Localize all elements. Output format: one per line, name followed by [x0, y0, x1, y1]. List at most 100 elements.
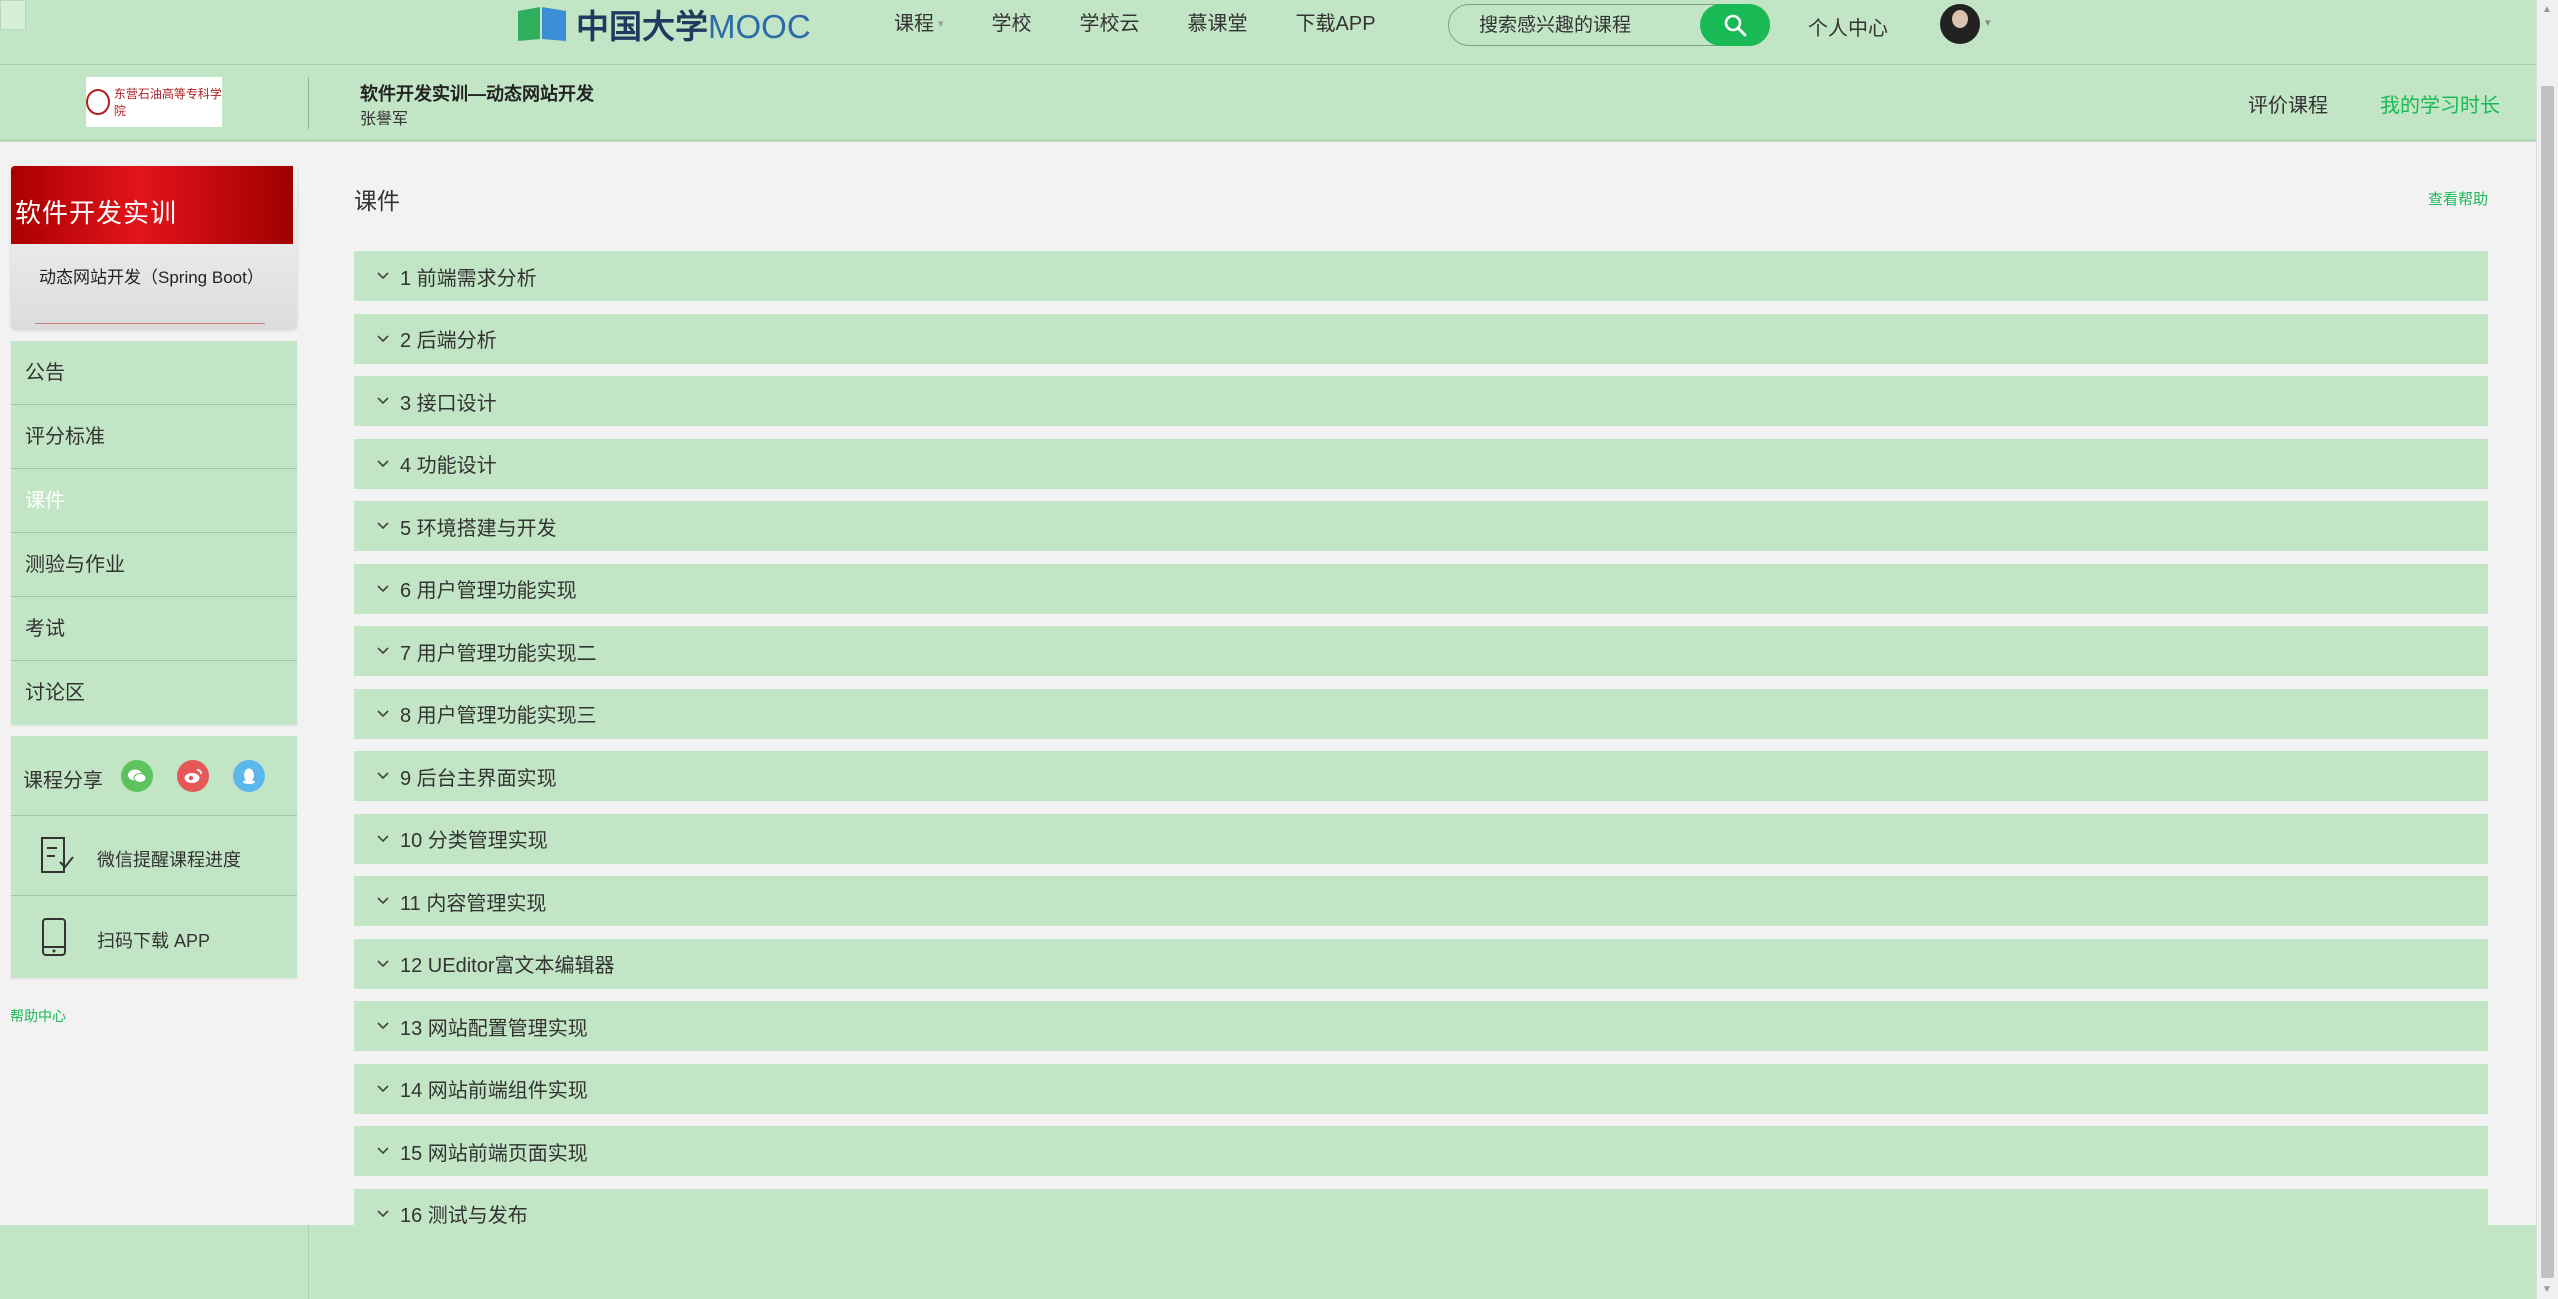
search-button[interactable] [1700, 4, 1770, 46]
chevron-down-icon [377, 272, 389, 280]
chapter-list: 1 前端需求分析 2 后端分析 3 接口设计 4 功能设计 5 环境搭建与开发 … [354, 251, 2488, 1225]
chapter-item[interactable]: 6 用户管理功能实现 [354, 563, 2488, 614]
search-icon [1724, 14, 1747, 37]
chapter-item[interactable]: 12 UEditor富文本编辑器 [354, 938, 2488, 989]
chapter-item[interactable]: 10 分类管理实现 [354, 813, 2488, 864]
download-app-row[interactable]: 扫码下载 APP [11, 897, 297, 977]
chapter-item[interactable]: 13 网站配置管理实现 [354, 1001, 2488, 1051]
chapter-item[interactable]: 15 网站前端页面实现 [354, 1126, 2488, 1176]
download-app-label: 扫码下载 APP [97, 931, 211, 951]
chapter-item[interactable]: 16 测试与发布 [354, 1188, 2488, 1225]
checklist-icon [41, 837, 74, 873]
site-logo[interactable]: 中国大学MOOC [516, 5, 811, 45]
chevron-down-icon [377, 1022, 389, 1030]
chevron-down-icon [377, 584, 389, 592]
nav-courses[interactable]: 课程 ▾ [870, 10, 968, 38]
chapter-item[interactable]: 8 用户管理功能实现三 [354, 688, 2488, 739]
chapter-title: 15 网站前端页面实现 [400, 1142, 588, 1165]
school-seal-icon [86, 89, 110, 115]
school-logo[interactable]: 东营石油高等专科学院 [86, 77, 222, 127]
scroll-down-icon[interactable]: ▼ [2542, 1284, 2552, 1295]
chapter-title: 8 用户管理功能实现三 [400, 705, 597, 727]
corner-placeholder [0, 0, 26, 30]
share-label: 课程分享 [23, 770, 103, 792]
page-title: 课件 [354, 188, 400, 214]
chevron-down-icon [377, 897, 389, 905]
avatar[interactable] [1940, 4, 1980, 44]
sidebar-item-grading[interactable]: 评分标准 [11, 405, 297, 469]
sidebar-item-quizzes[interactable]: 测验与作业 [11, 533, 297, 597]
chapter-item[interactable]: 9 后台主界面实现 [354, 751, 2488, 801]
share-panel: 课程分享 微信提醒课程进度 扫码下载 APP [11, 736, 297, 978]
chevron-down-icon [377, 1084, 389, 1092]
divider [308, 1225, 309, 1299]
study-time-link[interactable]: 我的学习时长 [2380, 89, 2500, 118]
school-name: 东营石油高等专科学院 [113, 87, 222, 118]
chapter-title: 14 网站前端组件实现 [400, 1080, 588, 1102]
chapter-title: 5 环境搭建与开发 [400, 517, 557, 540]
wechat-icon[interactable] [121, 760, 153, 792]
sidebar-item-courseware[interactable]: 课件 [11, 469, 297, 533]
chapter-title: 10 分类管理实现 [400, 830, 548, 852]
chapter-item[interactable]: 3 接口设计 [354, 376, 2488, 426]
chapter-title: 6 用户管理功能实现 [400, 580, 577, 602]
search-input[interactable] [1479, 13, 1689, 39]
chapter-item[interactable]: 14 网站前端组件实现 [354, 1063, 2488, 1114]
chevron-down-icon [377, 522, 389, 530]
chevron-down-icon[interactable]: ▾ [1985, 16, 1991, 29]
course-header: 东营石油高等专科学院 软件开发实训—动态网站开发 张譽军 评价课程 我的学习时长 [0, 65, 2536, 141]
chapter-item[interactable]: 4 功能设计 [354, 438, 2488, 489]
chevron-down-icon [377, 1147, 389, 1155]
chapter-title: 9 后台主界面实现 [400, 767, 557, 790]
sidebar-item-announcements[interactable]: 公告 [11, 341, 297, 405]
search-box [1448, 4, 1770, 46]
chevron-down-icon: ▾ [938, 18, 944, 30]
chapter-item[interactable]: 11 内容管理实现 [354, 876, 2488, 926]
cover-title: 软件开发实训 [15, 199, 178, 229]
scrollbar[interactable]: ▲ ▼ [2536, 0, 2558, 1299]
help-center-link[interactable]: 帮助中心 [10, 1006, 66, 1026]
scrollbar-thumb[interactable] [2541, 86, 2554, 1278]
divider [308, 77, 309, 129]
chevron-down-icon [377, 397, 389, 405]
chevron-down-icon [377, 334, 389, 342]
qq-icon[interactable] [233, 760, 265, 792]
course-cover[interactable]: 软件开发实训 动态网站开发（Spring Boot） [11, 166, 297, 329]
course-title: 软件开发实训—动态网站开发 [360, 84, 594, 104]
mobile-phone-icon [42, 918, 66, 956]
nav-school-cloud[interactable]: 学校云 [1056, 10, 1164, 38]
sidebar-item-forum[interactable]: 讨论区 [11, 661, 297, 725]
chevron-down-icon [377, 959, 389, 967]
chevron-down-icon [377, 647, 389, 655]
wechat-remind-row[interactable]: 微信提醒课程进度 [11, 816, 297, 896]
chapter-item[interactable]: 5 环境搭建与开发 [354, 501, 2488, 551]
chevron-down-icon [377, 459, 389, 467]
scroll-up-icon[interactable]: ▲ [2542, 4, 2552, 15]
nav-mooc-class[interactable]: 慕课堂 [1164, 10, 1272, 38]
chapter-item[interactable]: 7 用户管理功能实现二 [354, 626, 2488, 676]
wechat-remind-label: 微信提醒课程进度 [97, 850, 241, 870]
chapter-title: 4 功能设计 [400, 455, 497, 477]
nav-schools[interactable]: 学校 [968, 10, 1056, 38]
rate-course-link[interactable]: 评价课程 [2248, 89, 2328, 118]
personal-center-link[interactable]: 个人中心 [1808, 12, 1888, 41]
weibo-icon[interactable] [177, 760, 209, 792]
divider [35, 323, 265, 324]
chapter-item[interactable]: 1 前端需求分析 [354, 251, 2488, 301]
page-footer [0, 1225, 2536, 1299]
top-header: 中国大学MOOC 课程▾ 学校 学校云 慕课堂 下载APP 个人中心 ▾ [0, 0, 2536, 65]
mooc-logo-icon [516, 5, 568, 43]
logo-text: 中国大学MOOC [576, 8, 811, 45]
chapter-item[interactable]: 2 后端分析 [354, 313, 2488, 364]
chapter-title: 16 测试与发布 [400, 1205, 528, 1225]
chapter-title: 12 UEditor富文本编辑器 [400, 955, 615, 977]
sidebar-item-exams[interactable]: 考试 [11, 597, 297, 661]
nav-download-app[interactable]: 下载APP [1272, 10, 1400, 38]
chevron-down-icon [377, 709, 389, 717]
course-teacher[interactable]: 张譽军 [360, 105, 408, 129]
chevron-down-icon [377, 772, 389, 780]
view-help-link[interactable]: 查看帮助 [2428, 188, 2488, 209]
chevron-down-icon [377, 834, 389, 842]
chapter-title: 2 后端分析 [400, 330, 497, 352]
share-row: 课程分享 [11, 736, 297, 816]
